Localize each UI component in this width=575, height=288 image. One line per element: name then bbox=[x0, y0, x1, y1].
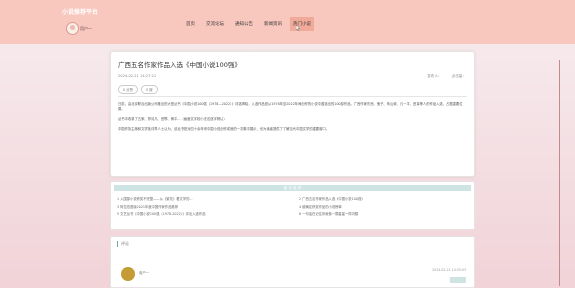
article-meta: 发布人： 点击量： bbox=[427, 74, 466, 79]
dislike-button[interactable]: 0 踩 bbox=[141, 85, 158, 94]
like-button[interactable]: 0 点赞 bbox=[118, 85, 139, 94]
scroll-track[interactable] bbox=[559, 60, 560, 286]
article-card: 广西五名作家作品入选《中国小说100强》 2024-02-21 14:27:21… bbox=[110, 51, 475, 177]
related-left-column: 1 入围部小说获奖不完整——从《繁花》看文学的... 3 阿拉伯语版2021年度… bbox=[117, 196, 292, 219]
related-recommendations: 相 关 推 荐 1 入围部小说获奖不完整——从《繁花》看文学的... 3 阿拉伯… bbox=[110, 181, 475, 230]
related-link[interactable]: 5 文艺丛书《中国小说100强（1978-2022）》评出入选作品 bbox=[117, 211, 292, 219]
related-link[interactable]: 2 广西五名作家作品入选《中国小说100强》 bbox=[299, 196, 469, 204]
commenter-name: 用户一 bbox=[139, 271, 150, 275]
user-avatar[interactable] bbox=[66, 22, 79, 35]
comments-section: 评论 用户一 2024-02-21 14:35:03 bbox=[110, 236, 475, 288]
comment-action[interactable] bbox=[450, 277, 466, 283]
mouse-cursor-icon bbox=[296, 25, 300, 31]
nav-hot-novels[interactable]: 热门小说 bbox=[290, 17, 314, 31]
related-link[interactable]: 6 一句话在记住你就像一颗星星一样闪耀 bbox=[299, 211, 469, 219]
paragraph: 丛书中收录了五家、郑清凡、田鄂、黄平...（画面文字较小无法逐字辨认） bbox=[118, 116, 227, 121]
related-link[interactable]: 3 阿拉伯语版2021年度中国作家作品推荐 bbox=[117, 204, 292, 212]
nav-notices[interactable]: 通知公告 bbox=[232, 17, 256, 31]
views-label: 点击量： bbox=[451, 74, 466, 78]
related-link[interactable]: 1 入围部小说获奖不完整——从《繁花》看文学的... bbox=[117, 196, 292, 204]
article-date: 2024-02-21 14:27:21 bbox=[118, 74, 157, 78]
nav-forum[interactable]: 交流论坛 bbox=[203, 17, 227, 31]
top-navbar: 小说推荐平台 用户一 首页 交流论坛 通知公告 新闻资讯 热门小说 bbox=[0, 0, 575, 44]
related-heading: 相 关 推 荐 bbox=[114, 185, 471, 191]
comment-time: 2024-02-21 14:35:03 bbox=[432, 268, 466, 272]
divider bbox=[118, 96, 467, 97]
reaction-buttons: 0 点赞 0 踩 bbox=[118, 85, 158, 94]
avatar-face bbox=[70, 25, 75, 30]
related-right-column: 2 广西五名作家作品入选《中国小说100强》 4 被确定获奖作品的小说榜单 6 … bbox=[299, 196, 469, 219]
paragraph: 日前，由北京联合出版公司推出的大型丛书《中国小说100强（1978—2022）》… bbox=[118, 102, 463, 111]
comments-title: 评论 bbox=[117, 241, 129, 247]
nav-news[interactable]: 新闻资讯 bbox=[261, 17, 285, 31]
nav-home[interactable]: 首页 bbox=[183, 17, 198, 31]
username-label[interactable]: 用户一 bbox=[80, 26, 92, 32]
article-title: 广西五名作家作品入选《中国小说100强》 bbox=[118, 61, 241, 69]
related-link[interactable]: 4 被确定获奖作品的小说榜单 bbox=[299, 204, 469, 212]
brand-title: 小说推荐平台 bbox=[62, 9, 99, 16]
commenter-avatar bbox=[121, 267, 135, 281]
author-label: 发布人： bbox=[427, 74, 442, 78]
main-nav: 首页 交流论坛 通知公告 新闻资讯 热门小说 bbox=[183, 17, 314, 31]
article-body: 日前，由北京联合出版公司推出的大型丛书《中国小说100强（1978—2022）》… bbox=[118, 102, 467, 137]
paragraph: 中国作协主席和文学批评界人士认为，该丛书是对四十余年来中国小说创作成就的一次集中… bbox=[118, 126, 329, 131]
